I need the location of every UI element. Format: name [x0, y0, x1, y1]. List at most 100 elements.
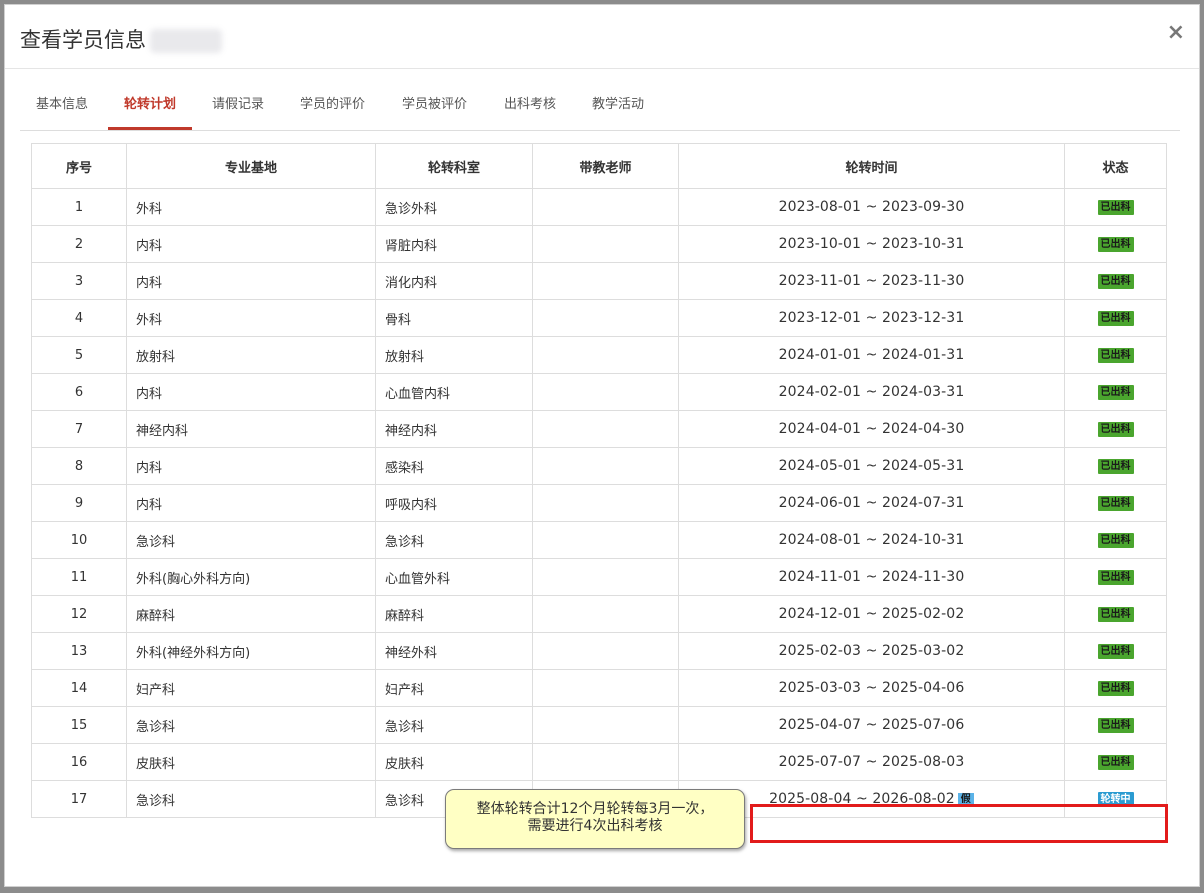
row-base: 神经内科: [126, 410, 376, 448]
row-teacher: [532, 188, 679, 226]
row-status: 已出科: [1064, 373, 1167, 411]
tab-exit-exam[interactable]: 出科考核: [488, 69, 572, 130]
row-no: 14: [31, 669, 127, 707]
tab-student-evaluations[interactable]: 学员的评价: [284, 69, 381, 130]
table-row: 4 外科 骨科 2023-12-01 ~ 2023-12-31 已出科: [31, 299, 1167, 337]
header-time: 轮转时间: [678, 143, 1065, 189]
row-status: 已出科: [1064, 225, 1167, 263]
row-base: 内科: [126, 225, 376, 263]
row-no: 15: [31, 706, 127, 744]
rotation-time-text: 2025-04-07 ~ 2025-07-06: [778, 717, 965, 733]
tab-student-evaluated[interactable]: 学员被评价: [386, 69, 483, 130]
header-teacher: 带教老师: [532, 143, 679, 189]
tab-teaching-activities[interactable]: 教学活动: [576, 69, 660, 130]
table-row: 7 神经内科 神经内科 2024-04-01 ~ 2024-04-30 已出科: [31, 410, 1167, 448]
row-dept: 心血管内科: [375, 373, 533, 411]
row-time: 2025-02-03 ~ 2025-03-02: [678, 632, 1065, 670]
row-dept: 心血管外科: [375, 558, 533, 596]
status-badge: 已出科: [1097, 496, 1134, 511]
annotation-callout: 整体轮转合计12个月轮转每3月一次， 需要进行4次出科考核: [445, 789, 745, 849]
modal-header: 查看学员信息 ×: [5, 5, 1199, 69]
rotation-time-text: 2025-03-03 ~ 2025-04-06: [778, 680, 965, 696]
row-base: 内科: [126, 373, 376, 411]
modal-title: 查看学员信息: [20, 24, 222, 54]
rotation-time-text: 2025-07-07 ~ 2025-08-03: [778, 754, 965, 770]
row-base: 外科: [126, 188, 376, 226]
row-base: 急诊科: [126, 521, 376, 559]
row-teacher: [532, 595, 679, 633]
header-dept: 轮转科室: [375, 143, 533, 189]
row-no: 17: [31, 780, 127, 818]
callout-line-2: 需要进行4次出科考核: [527, 818, 663, 834]
status-badge: 已出科: [1097, 644, 1134, 659]
table-row: 15 急诊科 急诊科 2025-04-07 ~ 2025-07-06 已出科: [31, 706, 1167, 744]
status-badge: 已出科: [1097, 237, 1134, 252]
status-badge: 已出科: [1097, 681, 1134, 696]
rotation-time-text: 2023-10-01 ~ 2023-10-31: [778, 236, 965, 252]
row-base: 外科(胸心外科方向): [126, 558, 376, 596]
row-dept: 皮肤科: [375, 743, 533, 781]
row-no: 2: [31, 225, 127, 263]
status-badge: 已出科: [1097, 570, 1134, 585]
row-status: 已出科: [1064, 595, 1167, 633]
row-time: 2024-05-01 ~ 2024-05-31: [678, 447, 1065, 485]
rotation-time-text: 2024-08-01 ~ 2024-10-31: [778, 532, 965, 548]
row-time: 2025-04-07 ~ 2025-07-06: [678, 706, 1065, 744]
status-badge: 已出科: [1097, 459, 1134, 474]
status-badge: 已出科: [1097, 348, 1134, 363]
row-teacher: [532, 484, 679, 522]
row-time: 2023-10-01 ~ 2023-10-31: [678, 225, 1065, 263]
status-badge: 已出科: [1097, 385, 1134, 400]
leave-badge[interactable]: 假: [957, 793, 974, 807]
header-status: 状态: [1064, 143, 1167, 189]
row-base: 急诊科: [126, 706, 376, 744]
table-row: 1 外科 急诊外科 2023-08-01 ~ 2023-09-30 已出科: [31, 188, 1167, 226]
row-teacher: [532, 632, 679, 670]
row-time: 2023-12-01 ~ 2023-12-31: [678, 299, 1065, 337]
table-row: 5 放射科 放射科 2024-01-01 ~ 2024-01-31 已出科: [31, 336, 1167, 374]
row-time: 2023-08-01 ~ 2023-09-30: [678, 188, 1065, 226]
row-dept: 呼吸内科: [375, 484, 533, 522]
row-status: 已出科: [1064, 743, 1167, 781]
tab-rotation-plan[interactable]: 轮转计划: [108, 69, 193, 130]
row-no: 13: [31, 632, 127, 670]
row-time: 2025-03-03 ~ 2025-04-06: [678, 669, 1065, 707]
row-no: 3: [31, 262, 127, 300]
row-no: 4: [31, 299, 127, 337]
row-teacher: [532, 447, 679, 485]
rotation-time-text: 2024-11-01 ~ 2024-11-30: [778, 569, 965, 585]
row-dept: 麻醉科: [375, 595, 533, 633]
rotation-time-text: 2024-12-01 ~ 2025-02-02: [778, 606, 965, 622]
rotation-time-text: 2023-08-01 ~ 2023-09-30: [778, 199, 965, 215]
table-row: 13 外科(神经外科方向) 神经外科 2025-02-03 ~ 2025-03-02 已…: [31, 632, 1167, 670]
row-status: 已出科: [1064, 336, 1167, 374]
row-no: 16: [31, 743, 127, 781]
row-status: 轮转中: [1064, 780, 1167, 818]
row-dept: 肾脏内科: [375, 225, 533, 263]
table-row: 2 内科 肾脏内科 2023-10-01 ~ 2023-10-31 已出科: [31, 225, 1167, 263]
status-badge: 已出科: [1097, 200, 1134, 215]
tab-leave-records[interactable]: 请假记录: [196, 69, 280, 130]
rotation-time-text: 2023-11-01 ~ 2023-11-30: [778, 273, 965, 289]
row-status: 已出科: [1064, 410, 1167, 448]
row-teacher: [532, 225, 679, 263]
status-badge: 已出科: [1097, 607, 1134, 622]
row-dept: 感染科: [375, 447, 533, 485]
row-base: 外科: [126, 299, 376, 337]
tab-basic-info[interactable]: 基本信息: [20, 69, 104, 130]
close-icon[interactable]: ×: [1167, 21, 1185, 45]
rotation-table: 序号 专业基地 轮转科室 带教老师 轮转时间 状态 1 外科 急诊外科 2023-08…: [31, 143, 1167, 818]
row-teacher: [532, 336, 679, 374]
row-time: 2023-11-01 ~ 2023-11-30: [678, 262, 1065, 300]
status-badge: 已出科: [1097, 718, 1134, 733]
row-dept: 骨科: [375, 299, 533, 337]
rotation-time-text: 2024-01-01 ~ 2024-01-31: [778, 347, 965, 363]
row-dept: 急诊外科: [375, 188, 533, 226]
rotation-time-text: 2023-12-01 ~ 2023-12-31: [778, 310, 965, 326]
table-row: 8 内科 感染科 2024-05-01 ~ 2024-05-31 已出科: [31, 447, 1167, 485]
row-no: 12: [31, 595, 127, 633]
row-no: 10: [31, 521, 127, 559]
row-dept: 妇产科: [375, 669, 533, 707]
table-row: 10 急诊科 急诊科 2024-08-01 ~ 2024-10-31 已出科: [31, 521, 1167, 559]
rotation-time-text: 2024-06-01 ~ 2024-07-31: [778, 495, 965, 511]
